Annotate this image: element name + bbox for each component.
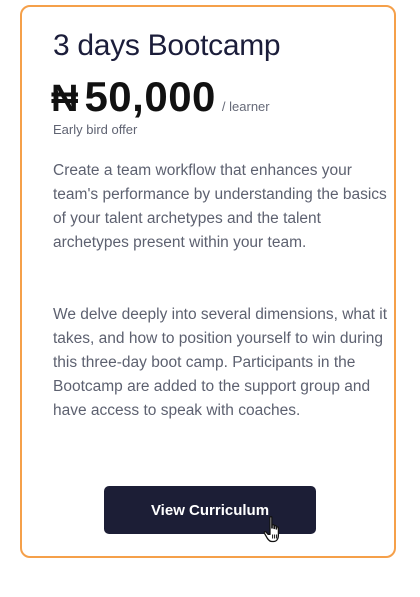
price: ₦ 50,000 / learner [51,73,270,123]
card-title: 3 days Bootcamp [53,29,281,62]
currency-symbol: ₦ [51,78,79,120]
description-paragraph: We delve deeply into several dimensions,… [53,306,387,419]
description-paragraph: Create a team workflow that enhances you… [53,162,387,251]
hand-pointer-icon [263,516,280,543]
bootcamp-card: 3 days Bootcamp ₦ 50,000 / learner Early… [20,5,396,558]
price-unit: / learner [221,99,270,114]
offer-note: Early bird offer [53,122,138,137]
price-amount: 50,000 [84,73,216,120]
